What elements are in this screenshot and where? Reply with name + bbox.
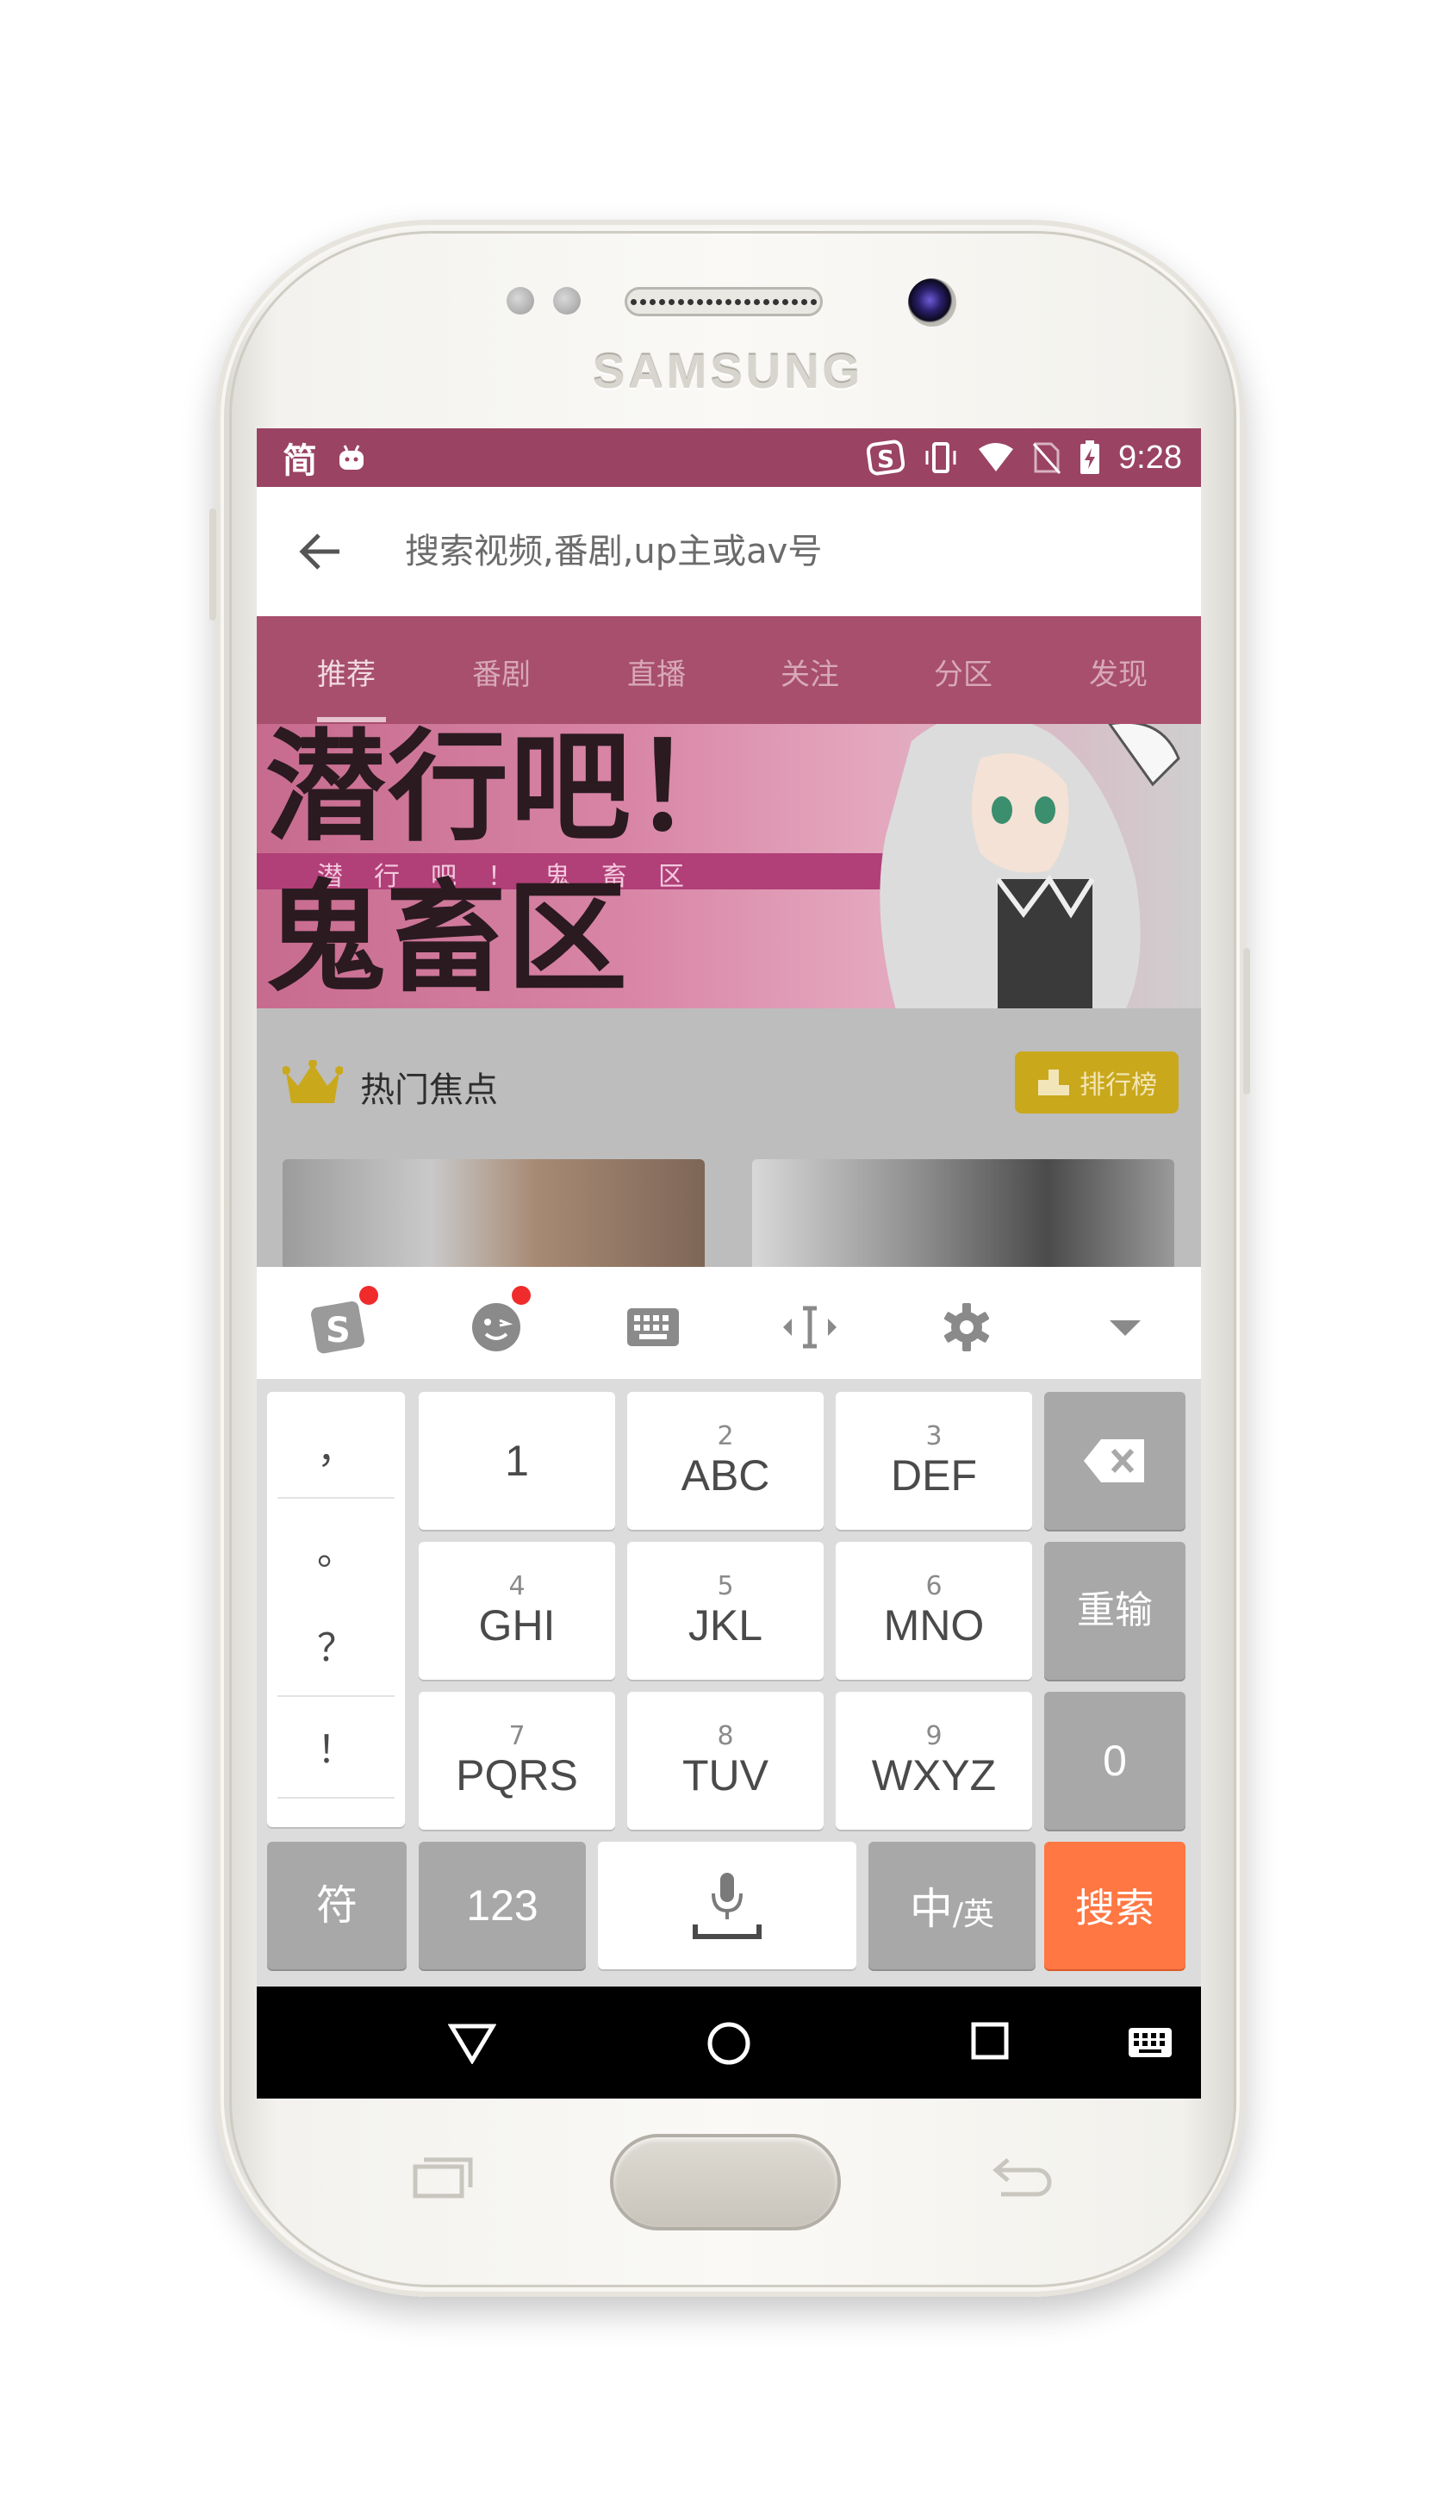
settings-icon[interactable] [932,1293,1001,1362]
microphone-icon [693,1873,762,1939]
search-bar [257,487,1201,616]
banner-title-line1: 潜行吧！ [265,724,756,858]
volume-button [209,508,216,621]
hot-section-header: 热门焦点 排行榜 [257,1008,1201,1146]
key-4-ghi[interactable]: 4 GHI [419,1542,615,1680]
podium-icon [1038,1070,1069,1095]
home-hardware-button[interactable] [610,2134,841,2230]
key-0[interactable]: 0 [1044,1692,1185,1830]
crown-icon [283,1060,343,1103]
ranking-label: 排行榜 [1080,1070,1157,1101]
proximity-sensor [507,287,534,315]
home-icon[interactable] [706,2021,751,2066]
key-5-jkl[interactable]: 5 JKL [627,1542,824,1680]
svg-text:S: S [877,445,894,473]
front-camera [908,278,956,327]
reinput-key[interactable]: 重输 [1044,1542,1185,1680]
search-input[interactable] [405,521,1163,582]
key-7-pqrs[interactable]: 7 PQRS [419,1692,615,1830]
numbers-key[interactable]: 123 [419,1842,586,1969]
status-bar: 简 S 9:28 [257,428,1201,487]
wifi-icon [979,443,1014,471]
light-sensor [553,287,581,315]
punct-exclaim-key[interactable]: ！ [267,1697,405,1795]
sogou-logo-icon[interactable]: S [304,1286,378,1362]
search-key[interactable]: 搜索 [1044,1842,1185,1969]
banner-title-line2: 鬼畜区 [265,869,628,1008]
banner[interactable]: 潜行吧！ 潜行吧！鬼畜区 鬼畜区 [257,724,1201,1008]
keyboard-icon[interactable] [619,1293,688,1362]
video-thumbnail[interactable] [283,1159,705,1267]
backspace-icon [1084,1439,1144,1482]
tab-live[interactable]: 直播 [627,651,686,693]
tab-discover[interactable]: 发现 [1089,651,1148,693]
ranking-button[interactable]: 排行榜 [1015,1051,1179,1113]
android-debug-icon [339,445,364,470]
sogou-icon: S [867,440,905,476]
navigation-bar [257,1987,1201,2099]
app-content-dimmed: 推荐 番剧 直播 关注 分区 发现 潜行吧！ 潜行吧！鬼畜区 鬼畜区 热门焦点 … [257,616,1201,1267]
cursor-move-icon[interactable] [775,1293,844,1362]
screen: 简 S 9:28 搜索视频,番剧,up主或av号 推荐 番剧 直播 关注 分区 … [257,428,1201,2099]
emoji-icon[interactable] [462,1286,531,1362]
tab-bangumi[interactable]: 番剧 [472,651,531,693]
tab-indicator [317,717,386,722]
power-button [1243,948,1250,1095]
back-hardware-icon[interactable] [991,2155,1053,2201]
tab-recommend[interactable]: 推荐 [317,651,376,693]
punct-period-key[interactable]: 。 [267,1499,405,1597]
symbols-key[interactable]: 符 [267,1842,407,1969]
no-sim-icon [1032,442,1061,474]
backspace-key[interactable] [1044,1392,1185,1530]
ime-indicator: 简 [283,441,317,481]
hot-title: 热门焦点 [360,1070,498,1110]
key-6-mno[interactable]: 6 MNO [836,1542,1032,1680]
key-1[interactable]: 1 [419,1392,615,1530]
back-arrow-icon[interactable] [296,530,345,573]
punct-question-key[interactable]: ？ [267,1595,405,1694]
collapse-icon[interactable] [1091,1293,1160,1362]
status-time: 9:28 [1118,439,1182,476]
tab-follow[interactable]: 关注 [781,651,839,693]
earpiece-speaker [625,287,823,316]
punctuation-column: ， 。 ？ ！ [267,1392,405,1827]
brand-logo: SAMSUNG [592,344,864,398]
tab-categories[interactable]: 分区 [934,651,992,693]
punct-comma-key[interactable]: ， [267,1397,405,1495]
key-8-tuv[interactable]: 8 TUV [627,1692,824,1830]
tab-bar: 推荐 番剧 直播 关注 分区 发现 [257,616,1201,724]
keyboard-switch-icon[interactable] [1127,2026,1173,2059]
recent-apps-hardware-icon[interactable] [412,2155,474,2201]
key-9-wxyz[interactable]: 9 WXYZ [836,1692,1032,1830]
battery-charging-icon [1080,440,1100,474]
recents-icon[interactable] [970,2021,1010,2061]
keyboard-toolbar: S [257,1267,1201,1379]
svg-text:S: S [326,1311,351,1350]
key-2-abc[interactable]: 2 ABC [627,1392,824,1530]
language-switch-key[interactable]: 中 /英 [868,1842,1036,1969]
key-3-def[interactable]: 3 DEF [836,1392,1032,1530]
vibrate-icon [925,442,956,473]
keyboard: ， 。 ？ ！ 1 2 ABC 3 DEF 4 GHI 5 JKL 6 MNO … [257,1379,1201,1987]
anime-character-illustration [880,724,1180,1008]
video-thumbnail[interactable] [752,1159,1174,1267]
back-icon[interactable] [448,2021,496,2064]
voice-space-key[interactable] [598,1842,856,1969]
